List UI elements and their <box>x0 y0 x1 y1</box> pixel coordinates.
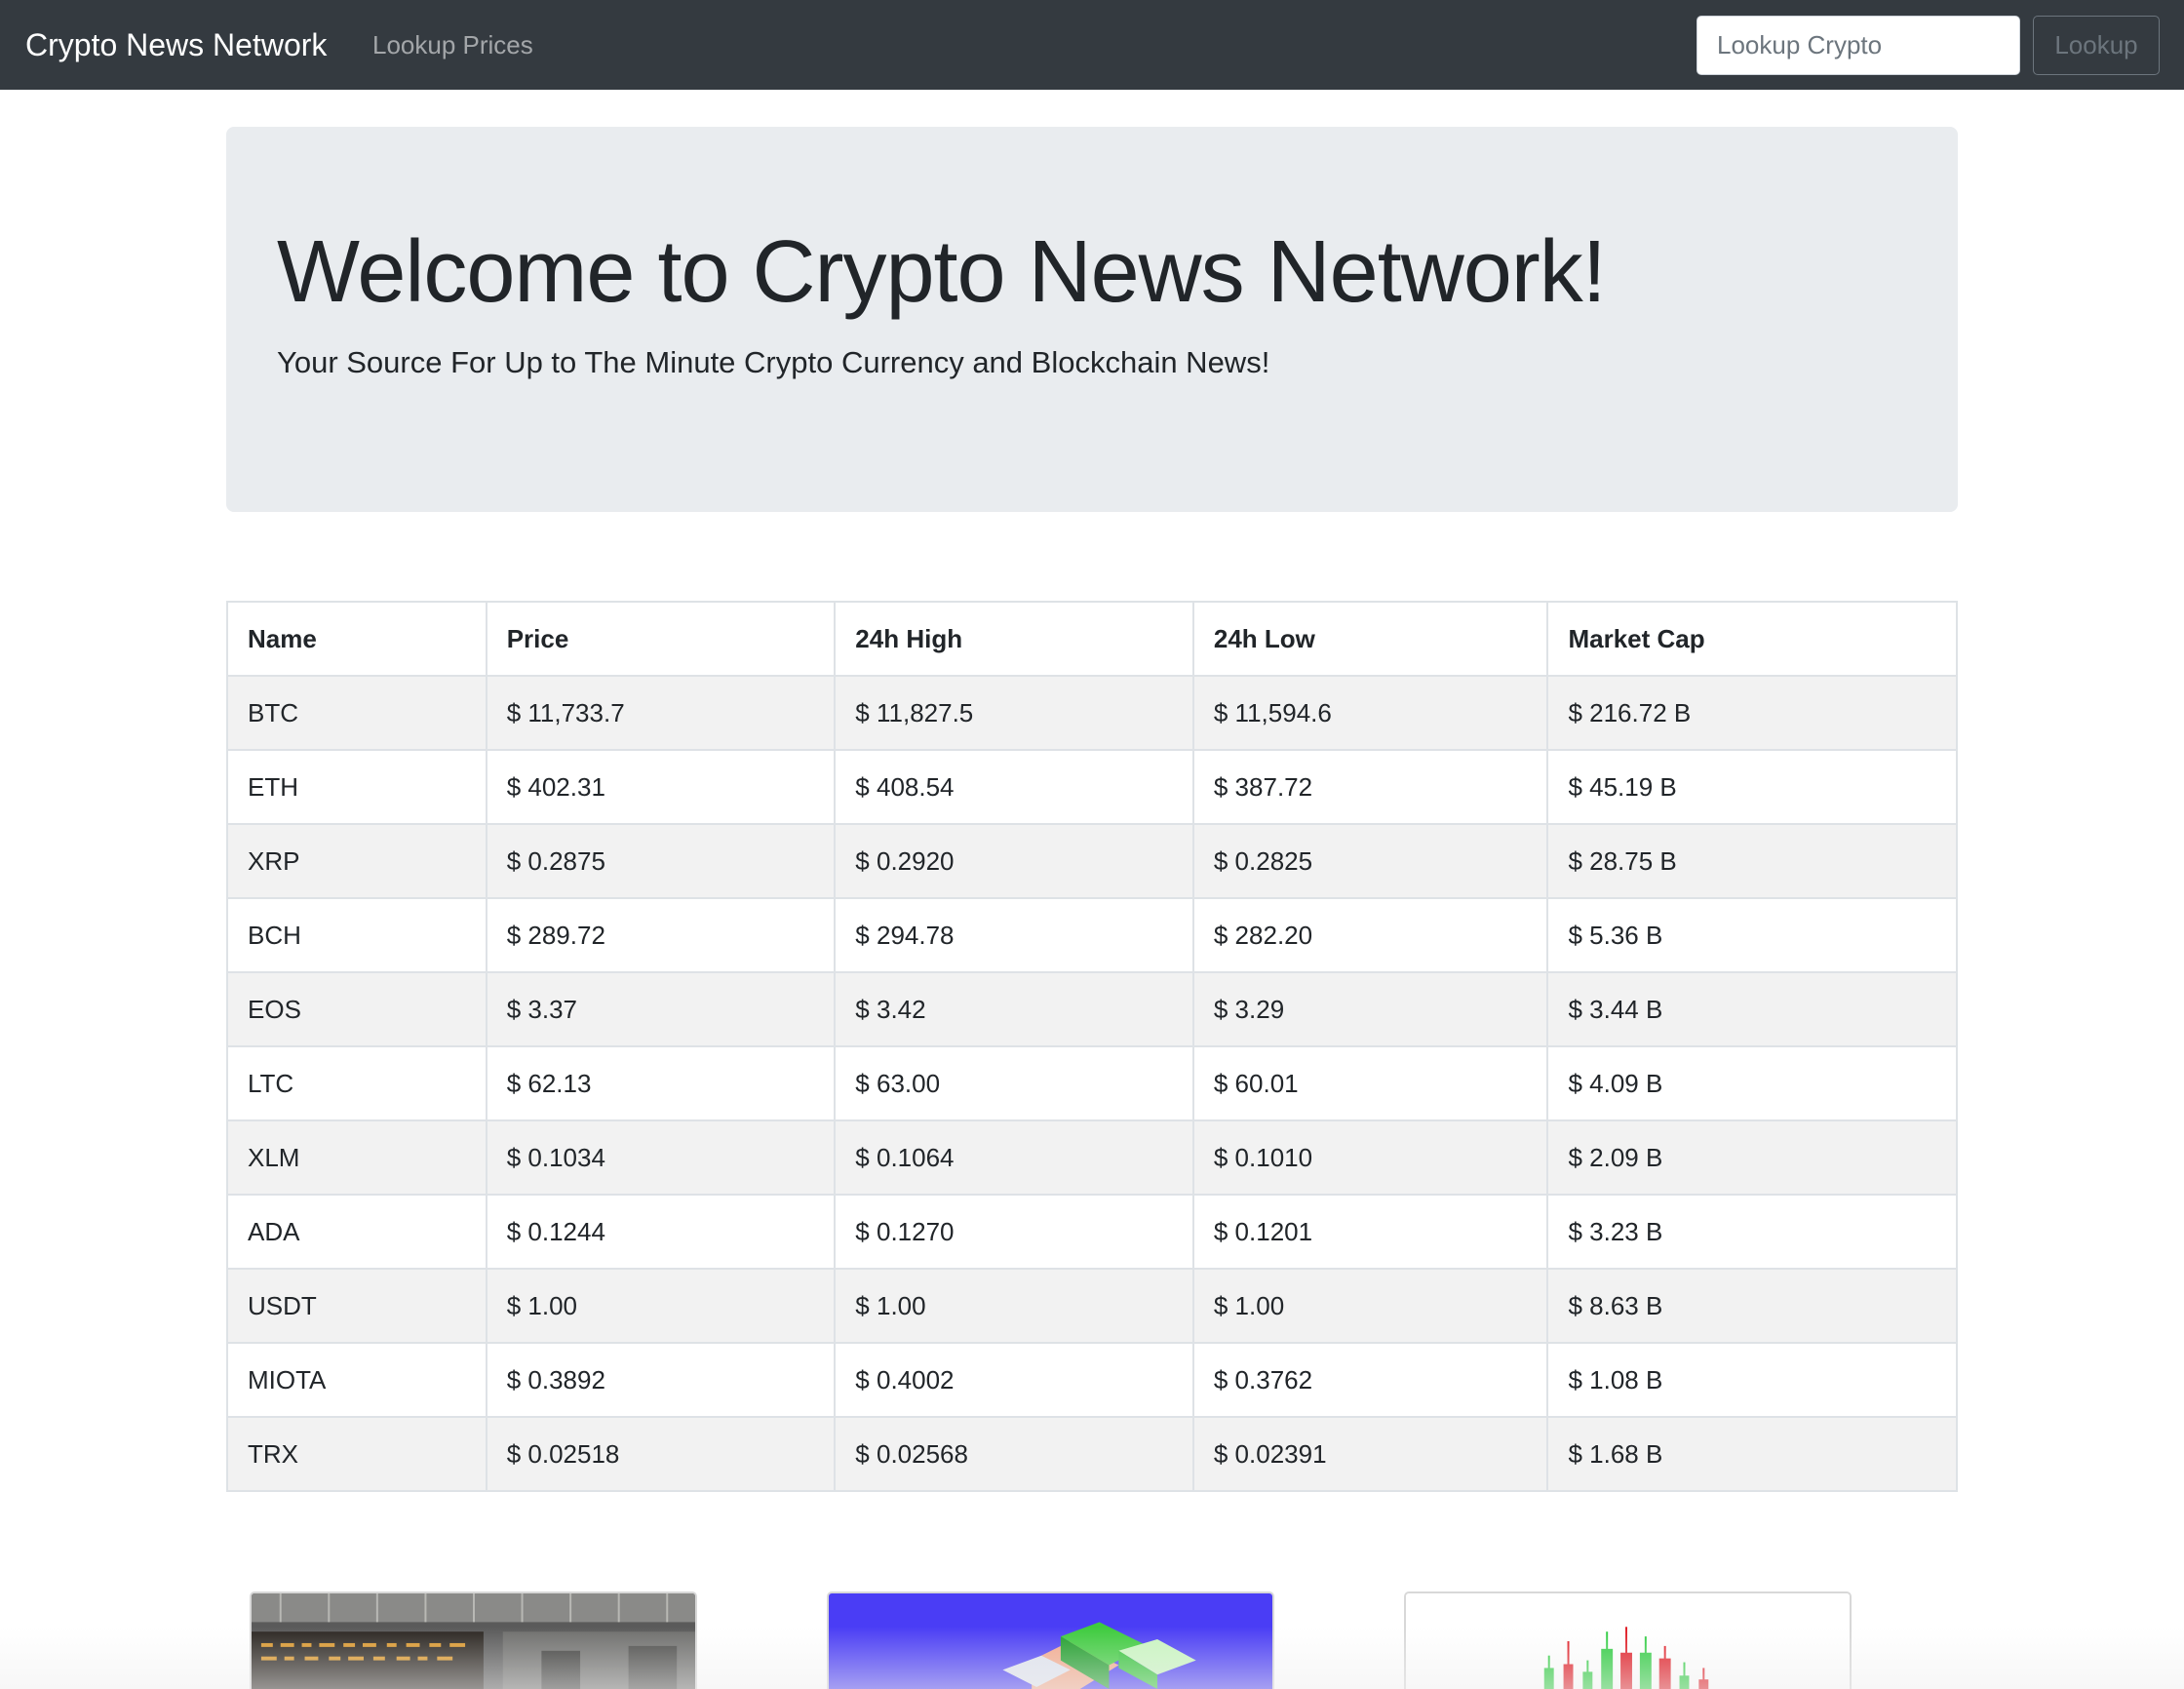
cell-name: ADA <box>226 1194 488 1270</box>
table-header-row: Name Price 24h High 24h Low Market Cap <box>226 601 1958 677</box>
candlestick-chart-image <box>1406 1593 1850 1689</box>
cell-market-cap: $ 1.08 B <box>1546 1342 1958 1418</box>
cell-market-cap: $ 1.68 B <box>1546 1416 1958 1492</box>
cell-price: $ 0.02518 <box>485 1416 837 1492</box>
cell-name: LTC <box>226 1045 488 1121</box>
cell-high-24h: $ 0.1270 <box>834 1194 1194 1270</box>
cell-high-24h: $ 0.2920 <box>834 823 1194 899</box>
page-title: Welcome to Crypto News Network! <box>277 223 1607 321</box>
cell-low-24h: $ 0.2825 <box>1191 823 1549 899</box>
cell-name: XRP <box>226 823 488 899</box>
search-input[interactable] <box>1696 16 2020 75</box>
cell-price: $ 402.31 <box>485 749 837 825</box>
page-subtitle: Your Source For Up to The Minute Crypto … <box>277 345 1270 379</box>
header-24h-high: 24h High <box>834 601 1194 677</box>
cell-market-cap: $ 4.09 B <box>1546 1045 1958 1121</box>
table-row: LTC $ 62.13 $ 63.00 $ 60.01 $ 4.09 B <box>226 1045 1958 1121</box>
cell-low-24h: $ 11,594.6 <box>1191 675 1549 751</box>
cell-low-24h: $ 282.20 <box>1191 897 1549 973</box>
table-row: XRP $ 0.2875 $ 0.2920 $ 0.2825 $ 28.75 B <box>226 823 1958 899</box>
lookup-button[interactable]: Lookup <box>2033 16 2160 75</box>
cell-price: $ 0.2875 <box>485 823 837 899</box>
cell-low-24h: $ 3.29 <box>1191 971 1549 1047</box>
cell-low-24h: $ 387.72 <box>1191 749 1549 825</box>
cell-name: BTC <box>226 675 488 751</box>
cell-name: BCH <box>226 897 488 973</box>
cell-price: $ 62.13 <box>485 1045 837 1121</box>
table-row: BCH $ 289.72 $ 294.78 $ 282.20 $ 5.36 B <box>226 897 1958 973</box>
trading-floor-image <box>252 1593 695 1689</box>
news-card-trading-floor[interactable] <box>250 1591 697 1689</box>
blockchain-illustration-image <box>829 1593 1272 1689</box>
cell-high-24h: $ 1.00 <box>834 1268 1194 1344</box>
cell-name: MIOTA <box>226 1342 488 1418</box>
cell-low-24h: $ 60.01 <box>1191 1045 1549 1121</box>
cell-market-cap: $ 2.09 B <box>1546 1119 1958 1196</box>
table-row: TRX $ 0.02518 $ 0.02568 $ 0.02391 $ 1.68 B <box>226 1416 1958 1492</box>
cell-high-24h: $ 0.02568 <box>834 1416 1194 1492</box>
cell-high-24h: $ 11,827.5 <box>834 675 1194 751</box>
cell-price: $ 0.1244 <box>485 1194 837 1270</box>
header-name: Name <box>226 601 488 677</box>
cell-market-cap: $ 8.63 B <box>1546 1268 1958 1344</box>
cell-market-cap: $ 3.23 B <box>1546 1194 1958 1270</box>
cell-name: XLM <box>226 1119 488 1196</box>
cell-high-24h: $ 3.42 <box>834 971 1194 1047</box>
crypto-price-table: Name Price 24h High 24h Low Market Cap B… <box>226 601 1958 1492</box>
cell-market-cap: $ 216.72 B <box>1546 675 1958 751</box>
cell-price: $ 0.1034 <box>485 1119 837 1196</box>
cell-name: TRX <box>226 1416 488 1492</box>
cell-low-24h: $ 0.02391 <box>1191 1416 1549 1492</box>
news-card-blockchain[interactable] <box>827 1591 1274 1689</box>
nav-link-lookup-prices[interactable]: Lookup Prices <box>372 0 533 90</box>
header-price: Price <box>485 601 837 677</box>
cell-name: EOS <box>226 971 488 1047</box>
table-row: BTC $ 11,733.7 $ 11,827.5 $ 11,594.6 $ 216.7… <box>226 675 1958 751</box>
header-market-cap: Market Cap <box>1546 601 1958 677</box>
table-row: EOS $ 3.37 $ 3.42 $ 3.29 $ 3.44 B <box>226 971 1958 1047</box>
cell-name: USDT <box>226 1268 488 1344</box>
cell-price: $ 1.00 <box>485 1268 837 1344</box>
news-card-candlestick[interactable] <box>1404 1591 1852 1689</box>
cell-market-cap: $ 45.19 B <box>1546 749 1958 825</box>
cell-market-cap: $ 5.36 B <box>1546 897 1958 973</box>
cell-market-cap: $ 3.44 B <box>1546 971 1958 1047</box>
table-row: MIOTA $ 0.3892 $ 0.4002 $ 0.3762 $ 1.08 B <box>226 1342 1958 1418</box>
welcome-jumbotron: Welcome to Crypto News Network! Your Sou… <box>226 127 1958 512</box>
top-navbar: Crypto News Network Lookup Prices Lookup <box>0 0 2184 90</box>
cell-price: $ 3.37 <box>485 971 837 1047</box>
table-row: ETH $ 402.31 $ 408.54 $ 387.72 $ 45.19 B <box>226 749 1958 825</box>
table-row: XLM $ 0.1034 $ 0.1064 $ 0.1010 $ 2.09 B <box>226 1119 1958 1196</box>
cell-market-cap: $ 28.75 B <box>1546 823 1958 899</box>
cell-high-24h: $ 294.78 <box>834 897 1194 973</box>
cell-high-24h: $ 0.4002 <box>834 1342 1194 1418</box>
header-24h-low: 24h Low <box>1191 601 1549 677</box>
cell-low-24h: $ 0.1010 <box>1191 1119 1549 1196</box>
cell-price: $ 289.72 <box>485 897 837 973</box>
table-row: USDT $ 1.00 $ 1.00 $ 1.00 $ 8.63 B <box>226 1268 1958 1344</box>
cell-name: ETH <box>226 749 488 825</box>
cell-price: $ 11,733.7 <box>485 675 837 751</box>
cell-high-24h: $ 408.54 <box>834 749 1194 825</box>
cell-low-24h: $ 1.00 <box>1191 1268 1549 1344</box>
table-row: ADA $ 0.1244 $ 0.1270 $ 0.1201 $ 3.23 B <box>226 1194 1958 1270</box>
cell-high-24h: $ 63.00 <box>834 1045 1194 1121</box>
cell-price: $ 0.3892 <box>485 1342 837 1418</box>
cell-high-24h: $ 0.1064 <box>834 1119 1194 1196</box>
cell-low-24h: $ 0.3762 <box>1191 1342 1549 1418</box>
cell-low-24h: $ 0.1201 <box>1191 1194 1549 1270</box>
brand-link[interactable]: Crypto News Network <box>25 0 327 90</box>
